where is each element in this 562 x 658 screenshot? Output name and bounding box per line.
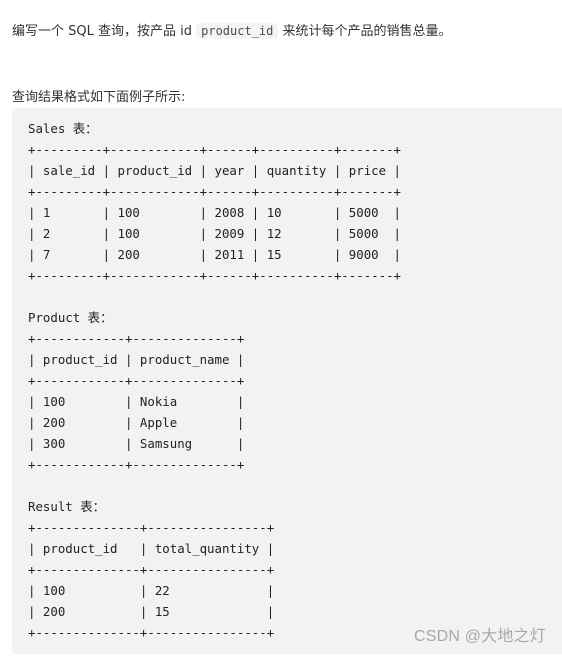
table-row: | 100 | Nokia |	[28, 394, 245, 409]
table-border: +------------+--------------+	[28, 457, 245, 472]
problem-statement: 编写一个 SQL 查询，按产品 id product_id 来统计每个产品的销售…	[12, 21, 452, 42]
table-title: Sales 表：	[28, 121, 98, 136]
statement-text-end: 来统计每个产品的销售总量。	[278, 24, 452, 39]
csdn-watermark: CSDN @大地之灯	[413, 628, 546, 645]
table-row: | 100 | 22 |	[28, 583, 275, 598]
table-border: +--------------+----------------+	[28, 562, 275, 577]
table-border: +------------+--------------+	[28, 373, 245, 388]
table-row: | 7 | 200 | 2011 | 15 | 9000 |	[28, 247, 401, 262]
table-border: +---------+------------+------+---------…	[28, 142, 401, 157]
table-border: +---------+------------+------+---------…	[28, 184, 401, 199]
table-row: | sale_id | product_id | year | quantity…	[28, 163, 401, 178]
table-title: Result 表：	[28, 499, 105, 514]
table-row: | 200 | Apple |	[28, 415, 245, 430]
table-border: +---------+------------+------+---------…	[28, 268, 401, 283]
table-row: | 300 | Samsung |	[28, 436, 245, 451]
table-border: +------------+--------------+	[28, 331, 245, 346]
format-note: 查询结果格式如下面例子所示:	[12, 90, 186, 105]
statement-text-start: 编写一个 SQL 查询，按产品 id	[12, 24, 197, 39]
table-title: Product 表：	[28, 310, 113, 325]
table-row: | 1 | 100 | 2008 | 10 | 5000 |	[28, 205, 401, 220]
example-code-block: Sales 表： +---------+------------+------+-…	[12, 108, 562, 654]
table-row: | product_id | total_quantity |	[28, 541, 275, 556]
code-content: Sales 表： +---------+------------+------+-…	[28, 118, 401, 643]
table-row: | 200 | 15 |	[28, 604, 275, 619]
table-row: | 2 | 100 | 2009 | 12 | 5000 |	[28, 226, 401, 241]
inline-code-product-id: product_id	[196, 23, 279, 39]
table-row: | product_id | product_name |	[28, 352, 245, 367]
table-border: +--------------+----------------+	[28, 625, 275, 640]
table-border: +--------------+----------------+	[28, 520, 275, 535]
